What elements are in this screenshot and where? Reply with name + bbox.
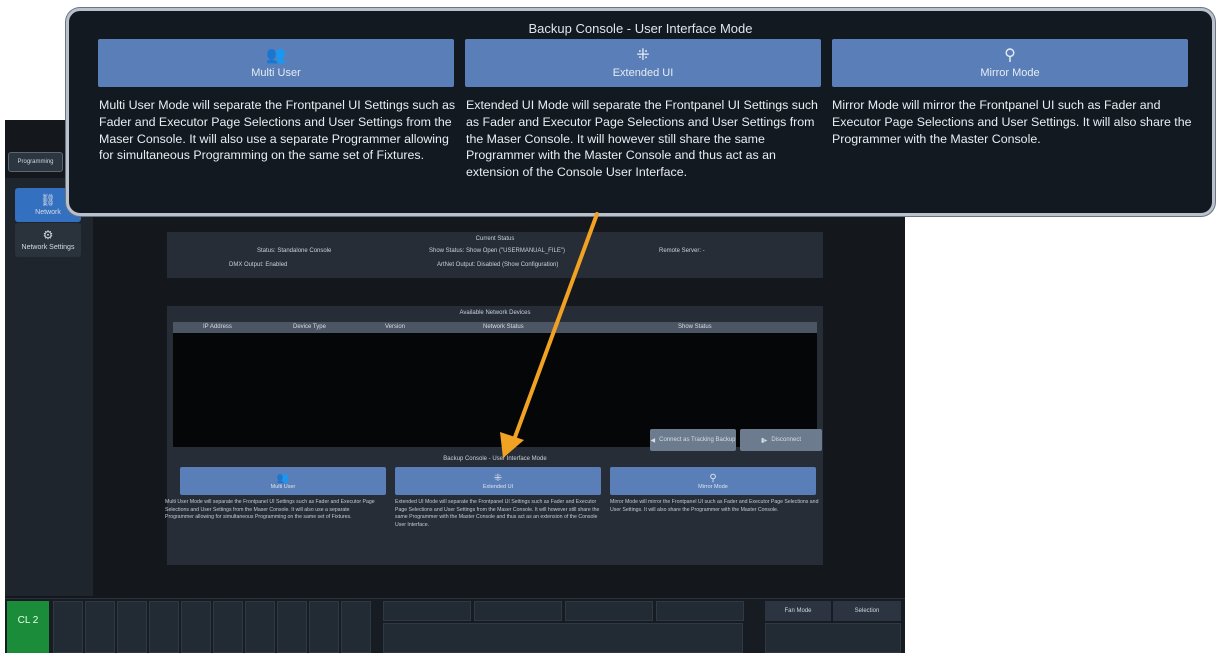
extended-ui-button[interactable]: ⁜ Extended UI	[395, 467, 601, 495]
fader-cell[interactable]	[117, 601, 147, 653]
mirror-mode-button[interactable]: ⚲ Mirror Mode	[610, 467, 816, 495]
mirror-icon: ⚲	[1004, 47, 1016, 64]
callout-title: Backup Console - User Interface Mode	[528, 21, 753, 36]
fader-cell[interactable]	[53, 601, 83, 653]
zoom-callout: Backup Console - User Interface Mode 👥 M…	[66, 8, 1215, 216]
status-text: Status: Standalone Console	[257, 248, 332, 254]
screenshot-stage: Programming ⛓ Network ⚙ Network Settings…	[0, 0, 1217, 653]
dmx-output: DMX Output: Enabled	[229, 262, 288, 268]
mirror-icon: ⚲	[709, 472, 717, 484]
col-show-status[interactable]: Show Status	[678, 324, 712, 330]
fader-cell[interactable]	[181, 601, 211, 653]
users-icon: 👥	[276, 472, 290, 484]
executor-cell[interactable]	[383, 601, 471, 621]
selection-button[interactable]: Selection	[833, 601, 901, 621]
multi-user-description-large: Multi User Mode will separate the Frontp…	[99, 98, 456, 163]
extend-icon: ⁜	[636, 47, 650, 64]
users-icon: 👥	[266, 47, 286, 64]
sidebar-item-network-settings[interactable]: ⚙ Network Settings	[15, 223, 81, 257]
mirror-mode-description: Mirror Mode will mirror the Frontpanel U…	[610, 499, 819, 513]
mode-title: Backup Console - User Interface Mode	[443, 456, 547, 462]
fader-cell[interactable]	[277, 601, 307, 653]
extend-icon: ⁜	[493, 472, 503, 484]
status-title: Current Status	[475, 236, 515, 242]
extended-ui-description: Extended UI Mode will separate the Front…	[395, 499, 600, 528]
programming-tab[interactable]: Programming	[8, 152, 63, 172]
show-status: Show Status: Show Open ("USERMANUAL_FILE…	[429, 248, 565, 254]
executor-cell[interactable]	[474, 601, 562, 621]
user-interface-mode-panel: Backup Console - User Interface Mode 👥 M…	[165, 453, 823, 565]
network-icon: ⛓	[40, 193, 56, 207]
executor-row[interactable]	[383, 623, 743, 653]
extended-ui-description-large: Extended UI Mode will separate the Front…	[466, 98, 818, 180]
col-network-status[interactable]: Network Status	[483, 324, 524, 330]
devices-title: Available Network Devices	[459, 310, 531, 316]
executor-cell[interactable]	[656, 601, 744, 621]
share-icon: ◀	[650, 437, 656, 444]
fan-mode-button[interactable]: Fan Mode	[765, 601, 831, 621]
cue-list-button[interactable]: CL 2	[7, 601, 49, 653]
artnet-output: ArtNet Output: Disabled (Show Configurat…	[437, 262, 559, 268]
multi-user-description: Multi User Mode will separate the Frontp…	[165, 499, 375, 521]
sidebar-item-label: Network	[35, 209, 61, 216]
fader-cell[interactable]	[213, 601, 243, 653]
multi-user-button[interactable]: 👥 Multi User	[180, 467, 386, 495]
current-status-panel: Current Status Status: Standalone Consol…	[167, 232, 823, 278]
remote-server: Remote Server: -	[659, 248, 705, 254]
disconnect-button[interactable]: ▮▸ Disconnect	[740, 429, 822, 451]
col-ip-address[interactable]: IP Address	[203, 324, 232, 330]
network-devices-panel: Available Network Devices IP Address Dev…	[167, 306, 823, 453]
encoder-row[interactable]	[765, 623, 901, 653]
settings-icon: ⚙	[42, 228, 54, 242]
fader-cell[interactable]	[149, 601, 179, 653]
devices-table-header: IP Address Device Type Version Network S…	[173, 322, 817, 333]
mirror-mode-description-large: Mirror Mode will mirror the Frontpanel U…	[832, 98, 1192, 146]
multi-user-button-large[interactable]: 👥 Multi User	[98, 39, 454, 87]
connect-tracking-backup-button[interactable]: ◀ Connect as Tracking Backup	[650, 429, 736, 451]
mirror-mode-button-large[interactable]: ⚲ Mirror Mode	[832, 39, 1188, 87]
sidebar: ⛓ Network ⚙ Network Settings	[5, 178, 93, 596]
fader-cell[interactable]	[341, 601, 371, 653]
bottom-bar: CL 2 Fan Mode Selection	[5, 598, 905, 653]
fader-cell[interactable]	[245, 601, 275, 653]
col-version[interactable]: Version	[385, 324, 405, 330]
executor-cell[interactable]	[565, 601, 653, 621]
col-device-type[interactable]: Device Type	[293, 324, 326, 330]
fader-cell[interactable]	[309, 601, 339, 653]
sidebar-item-label: Network Settings	[21, 244, 75, 251]
disconnect-icon: ▮▸	[760, 437, 768, 444]
fader-cell[interactable]	[85, 601, 115, 653]
extended-ui-button-large[interactable]: ⁜ Extended UI	[465, 39, 821, 87]
